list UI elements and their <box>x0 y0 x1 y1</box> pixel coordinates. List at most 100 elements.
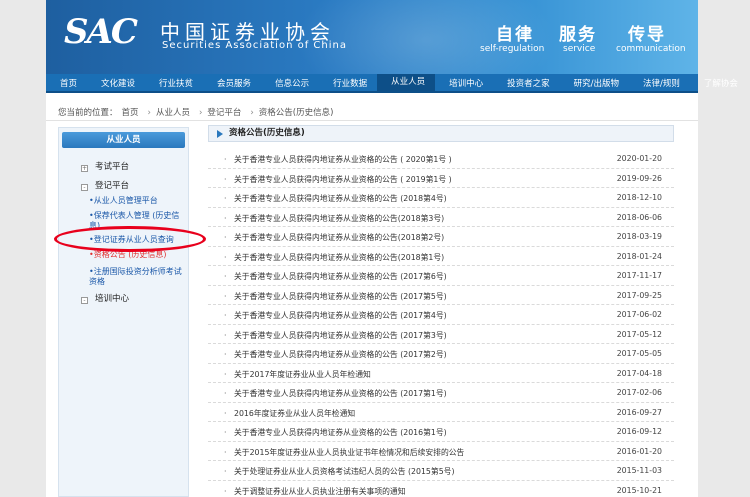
section-title-text: 资格公告(历史信息) <box>229 128 305 138</box>
notice-title[interactable]: 关于香港专业人员获得内地证券从业资格的公告 ( 2020第1号 ) <box>234 154 452 165</box>
site-container: SAC 中国证券业协会 Securities Association of Ch… <box>46 0 738 497</box>
notice-row[interactable]: · 关于香港专业人员获得内地证券从业资格的公告(2018第2号) 2018-03-1… <box>208 227 674 247</box>
notice-date: 2017-05-12 <box>616 329 662 339</box>
bullet-icon: · <box>224 194 227 203</box>
left-margin <box>0 0 46 497</box>
notice-title[interactable]: 关于香港专业人员获得内地证券从业资格的公告 (2017第3号) <box>234 330 447 341</box>
bullet-icon: · <box>224 389 227 398</box>
collapse-icon[interactable]: - <box>81 184 88 191</box>
bullet-icon: · <box>224 428 227 437</box>
sidebar-item-practitioner-management[interactable]: •从业人员管理平台 <box>89 196 187 206</box>
motto-self-regulation: 自律 <box>496 25 534 45</box>
nav-item-home[interactable]: 首页 <box>46 77 87 89</box>
breadcrumb-home[interactable]: 首页 <box>122 108 139 118</box>
sidebar-node-label: 考试平台 <box>95 162 130 172</box>
notice-title[interactable]: 关于香港专业人员获得内地证券从业资格的公告(2018第2号) <box>234 232 444 243</box>
sidebar-node-exam[interactable]: + 考试平台 <box>81 160 129 172</box>
notice-title[interactable]: 关于2015年度证券业从业人员执业证书年检情况和后续安排的公告 <box>234 447 464 458</box>
notice-title[interactable]: 关于香港专业人员获得内地证券从业资格的公告(2018第1号) <box>234 252 444 263</box>
notice-row[interactable]: · 关于处理证券业从业人员资格考试违纪人员的公告 (2015第5号) 2015-11… <box>208 461 674 481</box>
notice-row[interactable]: · 关于香港专业人员获得内地证券从业资格的公告 (2017第6号) 2017-11-… <box>208 266 674 286</box>
notice-title[interactable]: 关于香港专业人员获得内地证券从业资格的公告 (2017第2号) <box>234 349 447 360</box>
sidebar-item-cifa-exam[interactable]: •注册国际投资分析师考试资格 <box>89 267 187 287</box>
notice-row[interactable]: · 关于香港专业人员获得内地证券从业资格的公告 (2018第4号) 2018-12-… <box>208 188 674 208</box>
notice-date: 2017-04-18 <box>616 368 662 378</box>
sac-logo[interactable]: SAC <box>64 12 144 52</box>
bullet-icon: · <box>224 213 227 223</box>
notice-date: 2018-12-10 <box>616 193 662 202</box>
notice-title[interactable]: 关于香港专业人员获得内地证券从业资格的公告 (2018第4号) <box>234 193 447 204</box>
nav-item-investors[interactable]: 投资者之家 <box>493 77 560 89</box>
notice-row[interactable]: · 关于香港专业人员获得内地证券从业资格的公告 ( 2019第1号 ) 2019-0… <box>208 169 674 188</box>
bullet-icon: · <box>224 155 227 164</box>
section-title: 资格公告(历史信息) <box>208 125 674 142</box>
notice-date: 2017-06-02 <box>616 310 662 319</box>
right-margin <box>698 0 750 497</box>
bullet-icon: · <box>224 369 227 379</box>
notice-date: 2020-01-20 <box>616 154 662 163</box>
notice-date: 2015-11-03 <box>616 466 662 475</box>
breadcrumb-practitioners[interactable]: 从业人员 <box>156 108 190 118</box>
nav-item-about[interactable]: 了解协会 <box>690 77 748 89</box>
nav-item-training[interactable]: 培训中心 <box>435 77 493 89</box>
expand-icon[interactable]: + <box>81 165 88 172</box>
motto-communication: 传导 <box>628 25 666 45</box>
notice-row[interactable]: · 关于香港专业人员获得内地证券从业资格的公告 (2017第2号) 2017-05-… <box>208 344 674 364</box>
notice-title[interactable]: 关于香港专业人员获得内地证券从业资格的公告 (2016第1号) <box>234 427 447 438</box>
sidebar-node-training[interactable]: - 培训中心 <box>81 292 129 304</box>
breadcrumb-separator: › <box>147 108 151 118</box>
notice-row[interactable]: · 关于香港专业人员获得内地证券从业资格的公告 (2017第3号) 2017-05-… <box>208 325 674 344</box>
bullet-icon: · <box>224 291 227 301</box>
bullet-icon: · <box>224 467 227 476</box>
nav-item-poverty-relief[interactable]: 行业扶贫 <box>145 77 203 89</box>
bullet-icon: · <box>224 330 227 340</box>
bullet-icon: · <box>224 252 227 262</box>
notice-title[interactable]: 关于香港专业人员获得内地证券从业资格的公告 (2017第1号) <box>234 388 447 399</box>
notice-title[interactable]: 关于香港专业人员获得内地证券从业资格的公告(2018第3号) <box>234 213 444 224</box>
notice-title[interactable]: 2016年度证券业从业人员年检通知 <box>234 408 355 419</box>
notice-title[interactable]: 关于香港专业人员获得内地证券从业资格的公告 ( 2019第1号 ) <box>234 174 452 185</box>
nav-item-disclosure[interactable]: 信息公示 <box>261 77 319 89</box>
notice-title[interactable]: 关于香港专业人员获得内地证券从业资格的公告 (2017第5号) <box>234 291 447 302</box>
notice-date: 2017-09-25 <box>616 290 662 300</box>
notice-row[interactable]: · 关于香港专业人员获得内地证券从业资格的公告 ( 2020第1号 ) 2020-0… <box>208 149 674 169</box>
breadcrumb-registration[interactable]: 登记平台 <box>207 108 241 118</box>
sidebar-node-registration[interactable]: - 登记平台 <box>81 179 129 191</box>
bullet-icon: · <box>224 311 227 320</box>
notice-date: 2017-05-05 <box>616 349 662 358</box>
nav-item-laws[interactable]: 法律/规则 <box>629 77 690 89</box>
notice-row[interactable]: · 关于香港专业人员获得内地证券从业资格的公告(2018第1号) 2018-01-2… <box>208 247 674 266</box>
collapse-icon[interactable]: - <box>81 297 88 304</box>
notice-date: 2018-01-24 <box>616 251 662 261</box>
notice-row[interactable]: · 关于2015年度证券业从业人员执业证书年检情况和后续安排的公告 2016-01-… <box>208 442 674 461</box>
notice-title[interactable]: 关于香港专业人员获得内地证券从业资格的公告 (2017第6号) <box>234 271 447 282</box>
bullet-icon: · <box>224 350 227 359</box>
nav-item-culture[interactable]: 文化建设 <box>87 77 145 89</box>
bullet-icon: · <box>224 233 227 242</box>
bullet-icon: · <box>224 408 227 418</box>
breadcrumb-prefix: 您当前的位置： <box>58 108 118 118</box>
main-nav: 首页 文化建设 行业扶贫 会员服务 信息公示 行业数据 从业人员 培训中心 投资… <box>46 74 738 93</box>
notice-row[interactable]: · 关于香港专业人员获得内地证券从业资格的公告 (2017第4号) 2017-06-… <box>208 305 674 325</box>
nav-item-research[interactable]: 研究/出版物 <box>560 77 629 89</box>
nav-item-industry-data[interactable]: 行业数据 <box>319 77 377 89</box>
bullet-icon: · <box>224 174 227 184</box>
notice-title[interactable]: 关于调整证券业从业人员执业注册有关事项的通知 <box>234 486 406 497</box>
nav-item-member-services[interactable]: 会员服务 <box>203 77 261 89</box>
notice-title[interactable]: 关于香港专业人员获得内地证券从业资格的公告 (2017第4号) <box>234 310 447 321</box>
notice-row[interactable]: · 关于调整证券业从业人员执业注册有关事项的通知 2015-10-21 <box>208 481 674 497</box>
notice-title[interactable]: 关于2017年度证券业从业人员年检通知 <box>234 369 371 380</box>
notice-row[interactable]: · 关于香港专业人员获得内地证券从业资格的公告 (2016第1号) 2016-09-… <box>208 422 674 442</box>
notice-date: 2017-02-06 <box>616 388 662 397</box>
notice-title[interactable]: 关于处理证券业从业人员资格考试违纪人员的公告 (2015第5号) <box>234 466 455 477</box>
nav-item-practitioners[interactable]: 从业人员 <box>377 74 436 91</box>
sidebar-node-label: 登记平台 <box>95 181 130 191</box>
site-header: SAC 中国证券业协会 Securities Association of Ch… <box>46 0 698 74</box>
notice-row[interactable]: · 关于2017年度证券业从业人员年检通知 2017-04-18 <box>208 364 674 383</box>
notice-row[interactable]: · 关于香港专业人员获得内地证券从业资格的公告 (2017第5号) 2017-09-… <box>208 286 674 305</box>
notice-row[interactable]: · 关于香港专业人员获得内地证券从业资格的公告(2018第3号) 2018-06-0… <box>208 208 674 227</box>
red-annotation-circle <box>54 226 206 252</box>
notice-row[interactable]: · 关于香港专业人员获得内地证券从业资格的公告 (2017第1号) 2017-02-… <box>208 383 674 403</box>
notice-date: 2015-10-21 <box>616 485 662 495</box>
notice-row[interactable]: · 2016年度证券业从业人员年检通知 2016-09-27 <box>208 403 674 422</box>
